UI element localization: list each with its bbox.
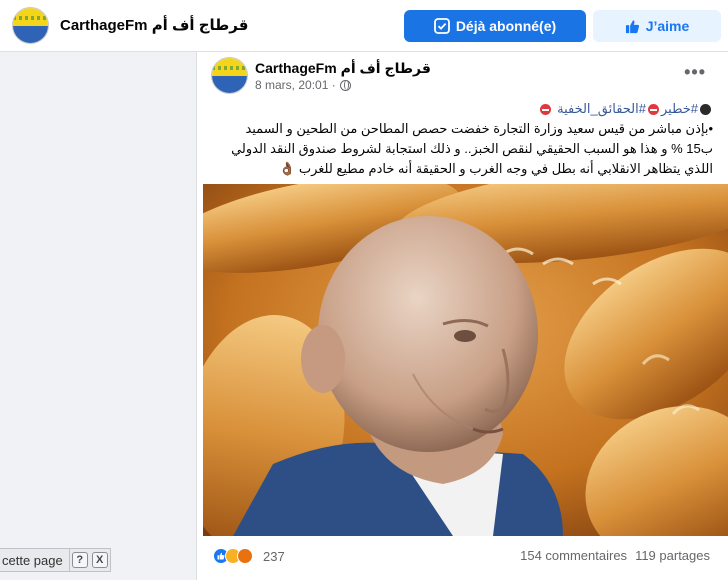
help-icon[interactable]: ? (71, 552, 88, 568)
page-avatar[interactable] (12, 7, 49, 44)
hashtag-hidden-truths[interactable]: #الحقائق_الخفية (557, 101, 646, 116)
like-page-button[interactable]: J’aime (593, 10, 721, 42)
shares-count[interactable]: 119 partages (635, 548, 710, 563)
translate-toolbar: cette page ? X (0, 548, 111, 572)
comments-count[interactable]: 154 commentaires (520, 548, 627, 563)
post-text: #خطير #الحقائق_الخفية •بإذن مباشر من قيس … (207, 99, 713, 179)
post-time-text: 8 mars, 20:01 · (255, 78, 336, 92)
subscribed-label: Déjà abonné(e) (455, 18, 557, 34)
post-text-line-2: ب15 % و هذا هو السبب الحقيقي لنقص الخبز.… (231, 141, 713, 156)
post-text-line-1: •بإذن مباشر من قيس سعيد وزارة التجارة خف… (245, 121, 713, 136)
no-entry-icon (647, 104, 659, 116)
post-card: CarthageFm قرطاج أف أم 8 mars, 20:01 · •… (196, 52, 728, 580)
reaction-count: 237 (263, 548, 285, 564)
like-label: J’aime (645, 18, 690, 34)
angry-reaction-icon (237, 548, 253, 564)
hashtag-danger[interactable]: #خطير (661, 101, 698, 116)
post-image[interactable] (203, 184, 728, 536)
post-author[interactable]: CarthageFm قرطاج أف أم (255, 60, 431, 77)
post-timestamp[interactable]: 8 mars, 20:01 · (255, 78, 351, 92)
post-stats: 154 commentaires 119 partages (520, 548, 710, 563)
post-author-avatar[interactable] (211, 57, 248, 94)
check-badge-icon (433, 18, 450, 34)
page-name[interactable]: CarthageFm قرطاج أف أم (60, 16, 248, 34)
reactions-summary[interactable]: 237 (213, 548, 285, 564)
post-text-line-3: اللذي يتظاهر الانقلابي أنه بطل في وجه ال… (279, 161, 713, 176)
black-circle-icon (700, 104, 711, 116)
more-options-icon[interactable]: ••• (684, 62, 706, 83)
thumbs-up-icon (625, 19, 640, 34)
page-header: CarthageFm قرطاج أف أم Déjà abonné(e) J’… (0, 0, 728, 52)
no-entry-icon (540, 104, 552, 116)
close-icon[interactable]: X (91, 552, 108, 568)
subscribed-button[interactable]: Déjà abonné(e) (404, 10, 586, 42)
globe-icon (339, 79, 351, 91)
translate-page-label[interactable]: cette page (0, 549, 70, 571)
